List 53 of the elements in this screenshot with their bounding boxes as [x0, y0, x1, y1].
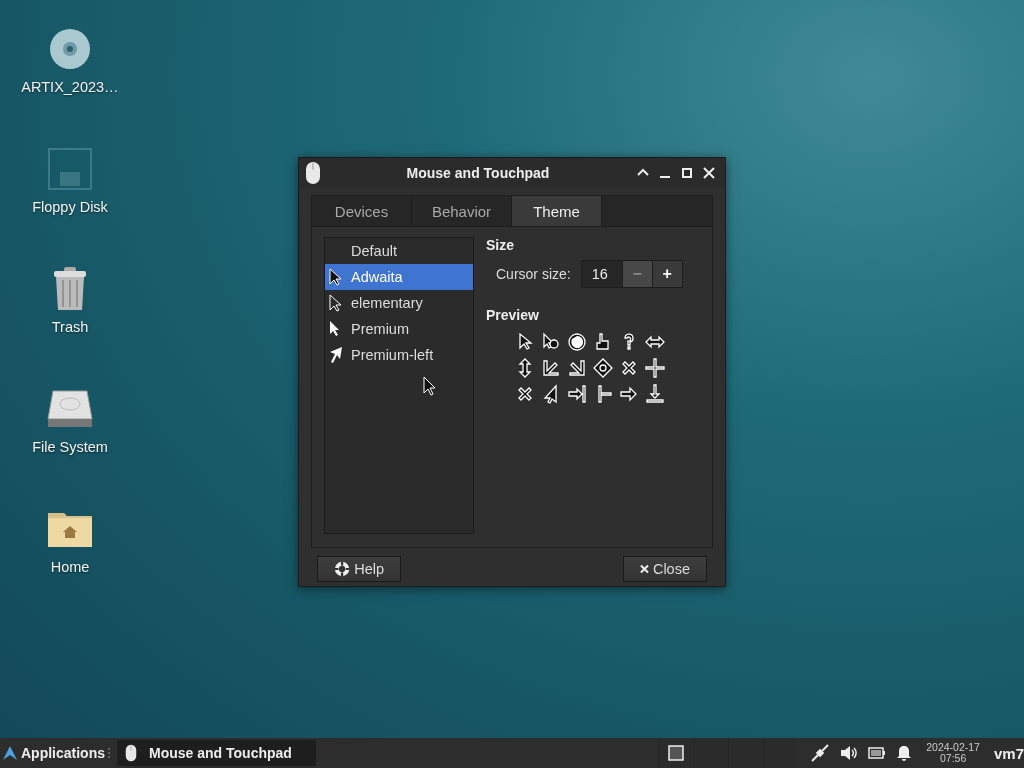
volume-icon[interactable] — [840, 745, 859, 761]
mouse-icon — [125, 744, 137, 762]
trash-can-icon — [53, 267, 87, 311]
theme-list-item[interactable]: Premium-left — [325, 342, 473, 368]
notification-bell-icon[interactable] — [896, 745, 913, 761]
cursor-icon — [329, 268, 343, 286]
applications-menu-button[interactable]: Applications — [0, 738, 107, 768]
clock-time: 07:56 — [939, 753, 967, 764]
battery-icon[interactable] — [868, 747, 887, 759]
diagonal-resize-cursor-icon — [567, 358, 587, 378]
crosshair-cursor-icon — [645, 358, 665, 378]
field-label: Cursor size: — [496, 266, 571, 282]
window-title: Mouse and Touchpad — [405, 165, 551, 181]
diagonal-resize-cursor-icon — [541, 358, 561, 378]
section-heading: Preview — [486, 307, 540, 323]
dialog-button[interactable]: Close — [623, 556, 707, 582]
tab[interactable]: Devices — [312, 196, 412, 226]
desktop-icon-label[interactable]: ARTIX_2023… — [21, 79, 119, 95]
network-plug-icon[interactable] — [810, 743, 831, 763]
theme-list-item[interactable]: Default — [325, 238, 473, 264]
right-side-cursor-icon — [567, 384, 587, 404]
cursor-icon — [329, 346, 343, 364]
move-cursor-icon — [593, 358, 613, 378]
maximize-icon[interactable] — [679, 165, 695, 181]
task-button[interactable]: Mouse and Touchpad — [117, 740, 316, 766]
desktop-icon-label[interactable]: Floppy Disk — [32, 199, 108, 215]
help-icon — [334, 560, 351, 578]
window-icon — [668, 745, 685, 761]
theme-list-item[interactable]: elementary — [325, 290, 473, 316]
tab[interactable]: Theme — [512, 196, 602, 226]
mouse-pointer-icon — [423, 376, 437, 396]
disc-icon — [49, 28, 91, 70]
right-arrow-cursor-icon — [619, 384, 639, 404]
desktop-icon-label[interactable]: File System — [32, 439, 108, 455]
desktop-icon-label[interactable]: Trash — [51, 319, 89, 335]
triangle-logo-icon — [2, 745, 18, 761]
theme-list-item[interactable]: Adwaita — [325, 264, 473, 290]
bottom-side-cursor-icon — [645, 384, 665, 404]
handle-icon[interactable] — [107, 747, 111, 759]
cursor-icon — [329, 294, 343, 312]
hard-drive-icon — [47, 390, 93, 428]
arrow-busy-cursor-icon — [541, 332, 561, 352]
user-name[interactable]: vm7 — [993, 744, 1024, 762]
section-heading: Size — [486, 237, 515, 253]
desktop-icon-label[interactable]: Home — [50, 559, 90, 575]
home-folder-icon — [47, 510, 93, 548]
dialog-button[interactable]: Help — [317, 556, 401, 582]
clock-date: 2024-02-17 — [926, 742, 980, 753]
theme-list-item[interactable]: Premium — [325, 316, 473, 342]
close-icon[interactable] — [701, 165, 717, 181]
mouse-icon — [305, 161, 321, 185]
busy-cursor-icon — [567, 332, 587, 352]
close-icon — [640, 564, 649, 574]
